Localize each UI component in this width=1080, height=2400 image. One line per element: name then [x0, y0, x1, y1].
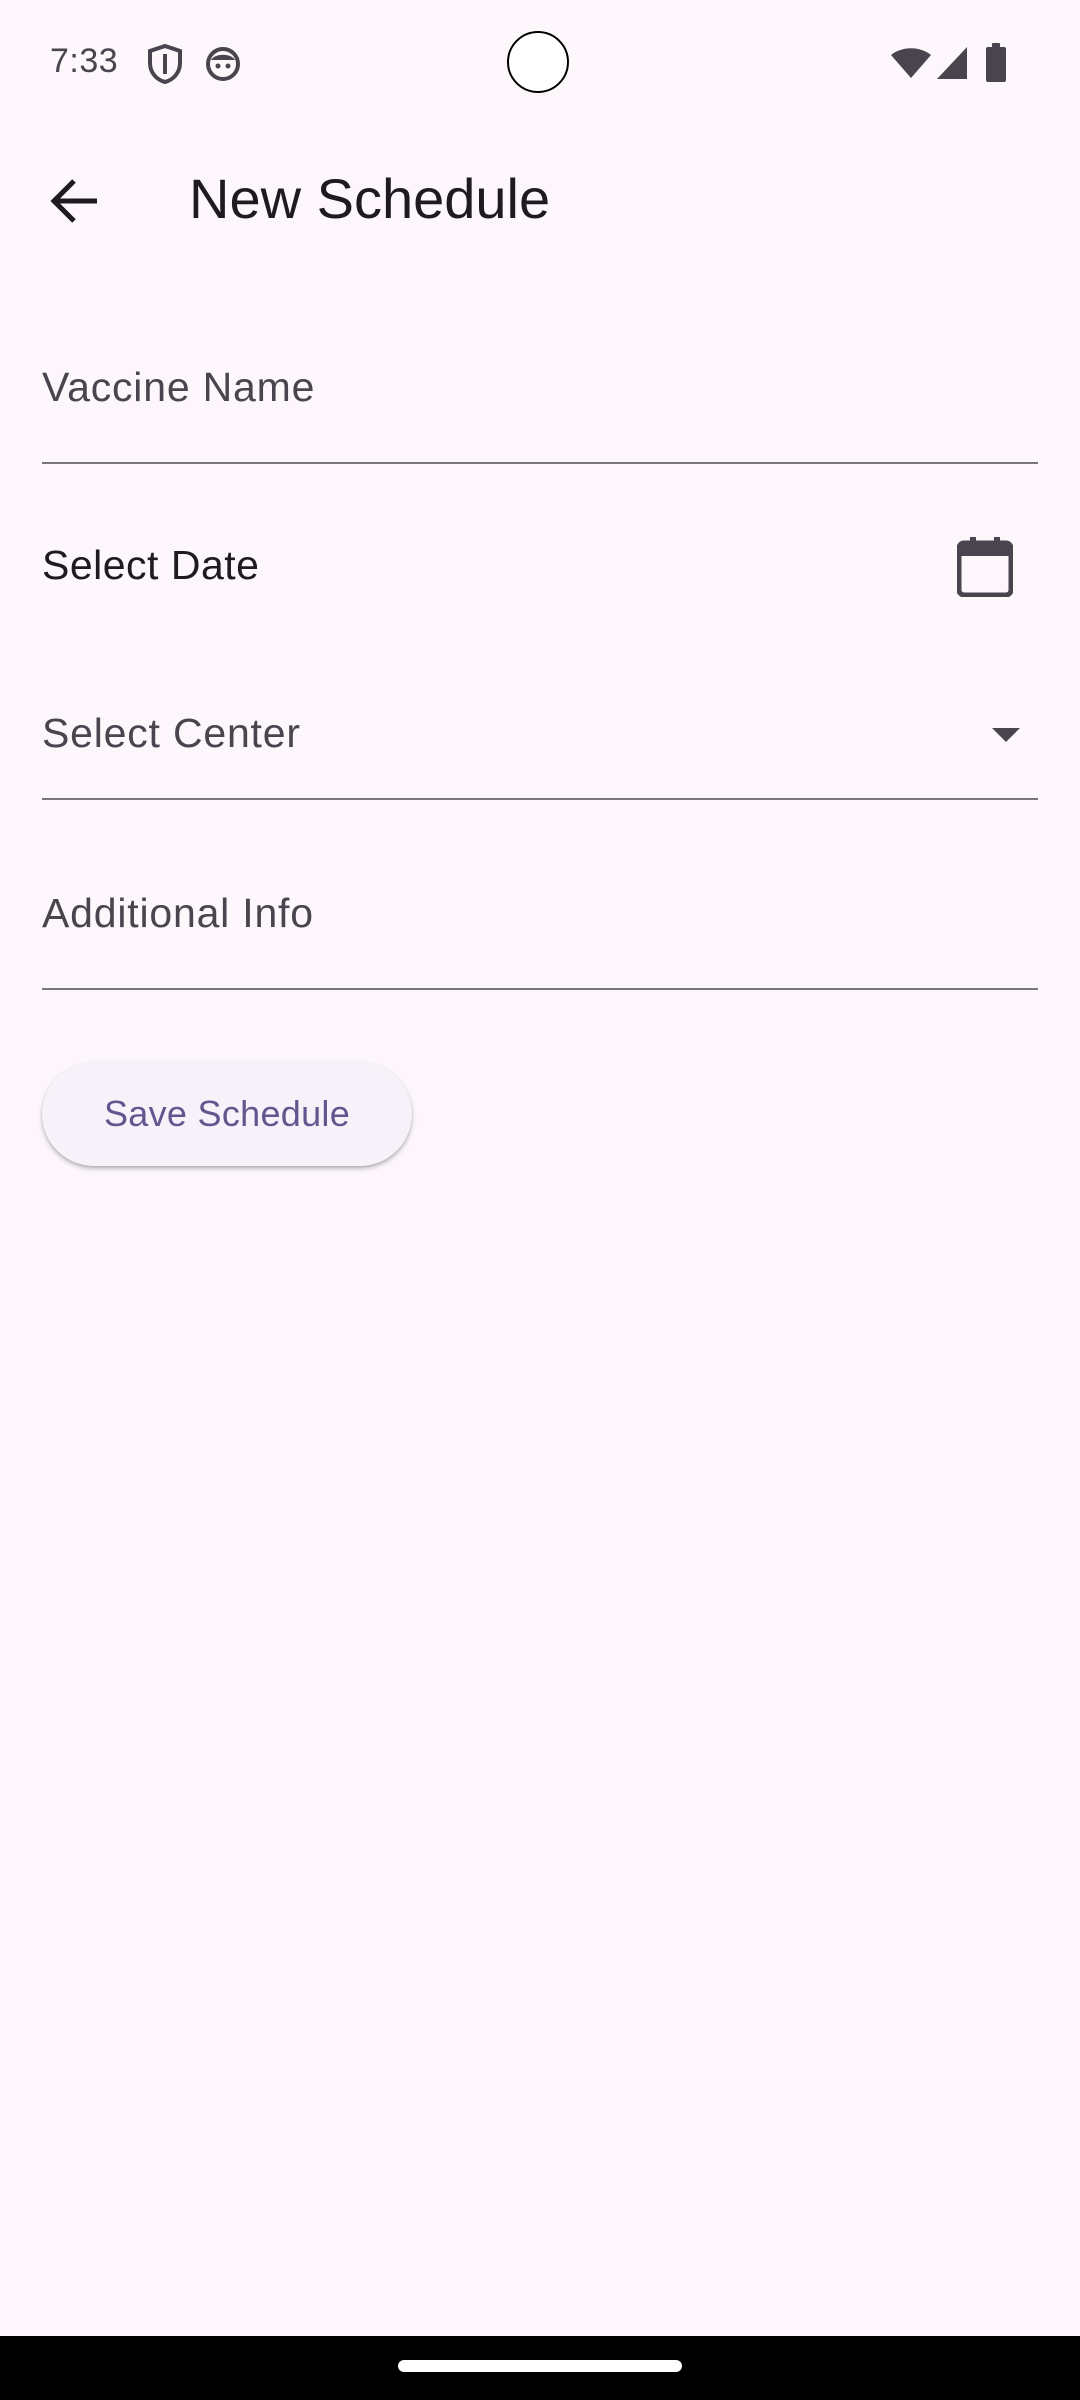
- page-title: New Schedule: [189, 167, 551, 230]
- additional-info-field[interactable]: Additional Info: [42, 866, 1038, 991]
- camera-cutout: [507, 31, 569, 93]
- status-time: 7:33: [50, 42, 119, 80]
- calendar-icon: [956, 536, 1014, 602]
- cellular-icon: [936, 46, 968, 85]
- select-date-label: Select Date: [42, 542, 260, 588]
- arrow-back-icon: [49, 178, 99, 229]
- vaccine-name-label: Vaccine Name: [42, 364, 316, 410]
- battery-icon: [985, 43, 1007, 88]
- select-center-label: Select Center: [42, 710, 301, 756]
- status-bar: 7:33: [0, 0, 1080, 130]
- select-date-row[interactable]: Select Date: [42, 520, 1038, 620]
- additional-info-underline: [42, 988, 1038, 990]
- select-center-dropdown[interactable]: Select Center: [42, 676, 1038, 801]
- shield-icon: [146, 43, 184, 89]
- select-center-underline: [42, 798, 1038, 800]
- dropdown-arrow-icon: [992, 728, 1020, 742]
- app-bar: New Schedule: [0, 130, 1080, 270]
- additional-info-label: Additional Info: [42, 890, 314, 936]
- navigation-bar: [0, 2336, 1080, 2400]
- save-schedule-button[interactable]: Save Schedule: [42, 1062, 412, 1166]
- home-gesture-handle[interactable]: [398, 2360, 682, 2372]
- wifi-icon: [890, 46, 932, 85]
- vaccine-name-underline: [42, 462, 1038, 464]
- back-button[interactable]: [32, 161, 116, 245]
- save-schedule-label: Save Schedule: [103, 1093, 351, 1134]
- vaccine-name-field[interactable]: Vaccine Name: [42, 340, 1038, 465]
- calendar-button[interactable]: [946, 530, 1024, 608]
- face-icon: [205, 46, 241, 87]
